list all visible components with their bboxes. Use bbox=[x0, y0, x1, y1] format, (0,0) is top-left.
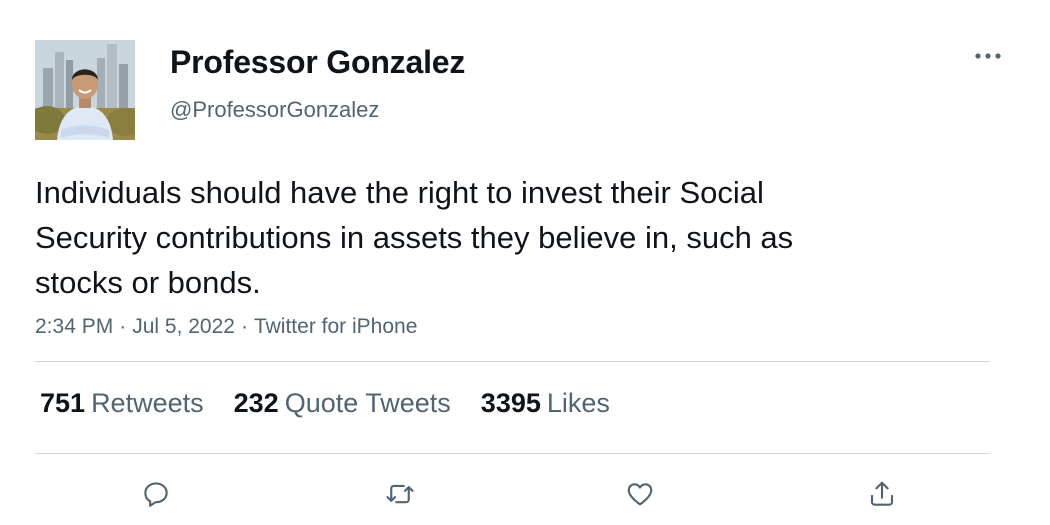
retweet-button[interactable] bbox=[378, 472, 422, 516]
tweet-card: Professor Gonzalez @ProfessorGonzalez In… bbox=[0, 0, 1050, 525]
tweet-time[interactable]: 2:34 PM bbox=[35, 315, 113, 338]
retweets-count: 751 bbox=[40, 388, 86, 418]
retweets-label: Retweets bbox=[91, 388, 204, 418]
author-display-name[interactable]: Professor Gonzalez bbox=[170, 44, 465, 81]
meta-separator: · bbox=[240, 315, 248, 338]
meta-separator: · bbox=[119, 315, 127, 338]
like-button[interactable] bbox=[618, 472, 662, 516]
reply-button[interactable] bbox=[134, 472, 178, 516]
share-button[interactable] bbox=[860, 472, 904, 516]
tweet-date[interactable]: Jul 5, 2022 bbox=[132, 315, 235, 338]
likes-count: 3395 bbox=[480, 388, 541, 418]
author-handle[interactable]: @ProfessorGonzalez bbox=[170, 97, 379, 123]
tweet-source[interactable]: Twitter for iPhone bbox=[254, 315, 417, 338]
retweets-stat[interactable]: 751 Retweets bbox=[40, 388, 204, 419]
reply-icon bbox=[144, 482, 168, 507]
likes-stat[interactable]: 3395 Likes bbox=[481, 388, 610, 419]
more-horizontal-icon bbox=[975, 53, 1001, 59]
retweet-icon bbox=[386, 484, 414, 504]
quote-tweets-stat[interactable]: 232 Quote Tweets bbox=[234, 388, 451, 419]
avatar-image bbox=[35, 40, 135, 140]
tweet-text: Individuals should have the right to inv… bbox=[35, 175, 794, 300]
likes-label: Likes bbox=[546, 388, 610, 418]
heart-icon bbox=[627, 483, 653, 506]
engagement-stats: 751 Retweets 232 Quote Tweets 3395 Likes bbox=[40, 388, 640, 419]
more-options-button[interactable] bbox=[968, 42, 1008, 72]
divider bbox=[35, 453, 990, 454]
divider bbox=[35, 361, 990, 362]
quote-tweets-label: Quote Tweets bbox=[284, 388, 451, 418]
quote-tweets-count: 232 bbox=[233, 388, 279, 418]
avatar[interactable] bbox=[35, 40, 135, 140]
share-icon bbox=[870, 481, 894, 506]
tweet-metadata: 2:34 PM · Jul 5, 2022 · Twitter for iPhone bbox=[35, 315, 417, 339]
